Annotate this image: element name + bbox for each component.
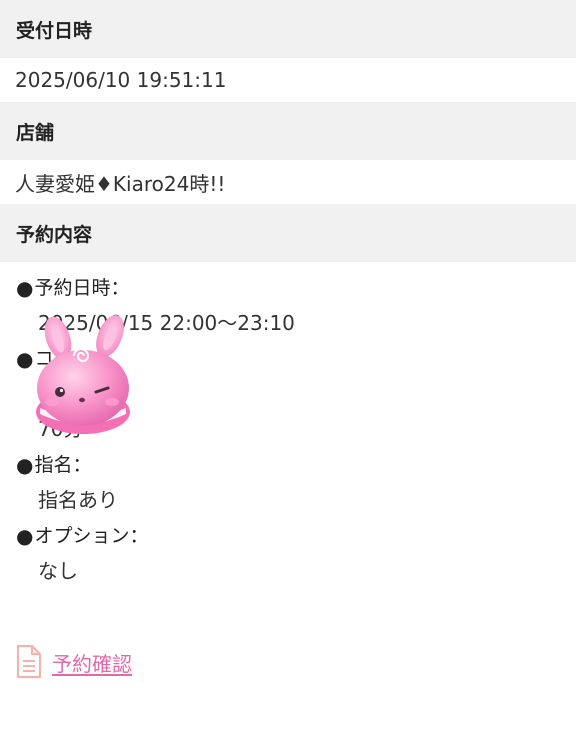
confirm-link-label[interactable]: 予約確認 (52, 648, 132, 677)
store-value-row: 人妻愛姫♦Kiaro24時!! (0, 160, 576, 204)
document-icon (16, 644, 42, 679)
bullet-icon: ● (16, 453, 34, 477)
option-label: オプション： (34, 525, 149, 547)
reception-label: 受付日時 (16, 19, 93, 42)
reception-value-row: 2025/06/10 19:51:11 (0, 58, 576, 102)
reservation-confirm-link[interactable]: 予約確認 (14, 644, 132, 680)
detail-label-nomination: ● 指名： (16, 447, 576, 483)
detail-value-nomination: 指名あり (38, 488, 118, 512)
bunny-mascot-icon (36, 315, 130, 434)
datetime-label: 予約日時： (34, 277, 130, 299)
reception-value: 2025/06/10 19:51:11 (15, 68, 227, 92)
reservation-label: 予約内容 (16, 223, 93, 246)
nomination-label: 指名： (34, 454, 92, 476)
store-label: 店舗 (16, 121, 55, 144)
bullet-icon: ● (16, 347, 34, 371)
detail-value-option: なし (38, 559, 78, 583)
detail-label-option: ● オプション： (16, 518, 576, 554)
store-header: 店舗 (0, 102, 576, 160)
bullet-icon: ● (16, 524, 34, 548)
detail-label-datetime: ● 予約日時： (16, 270, 576, 306)
store-value: 人妻愛姫♦Kiaro24時!! (15, 171, 226, 196)
reception-header: 受付日時 (0, 0, 576, 58)
bullet-icon: ● (16, 276, 34, 300)
reservation-header: 予約内容 (0, 204, 576, 262)
